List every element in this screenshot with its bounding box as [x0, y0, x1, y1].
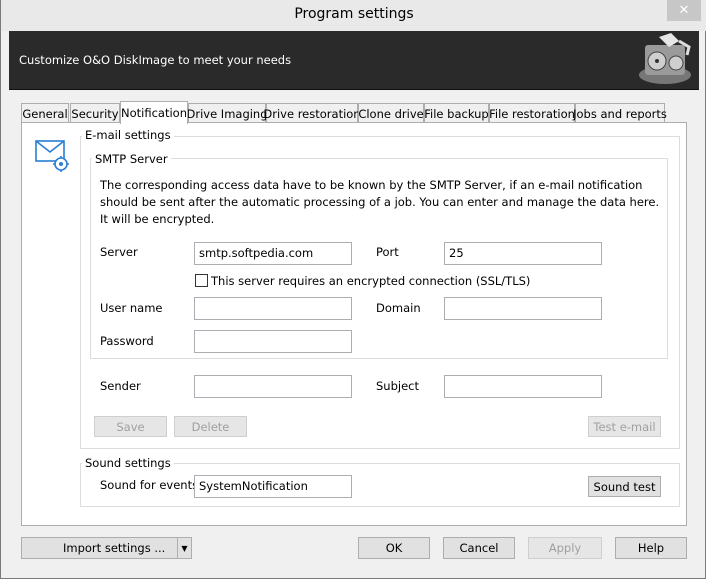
tab-file-backup[interactable]: File backup	[424, 103, 489, 123]
title-bar: Program settings ✕	[1, 0, 706, 31]
sender-input[interactable]	[194, 375, 352, 398]
tab-drive-restoration[interactable]: Drive restoration	[263, 103, 361, 123]
domain-input[interactable]	[444, 297, 602, 320]
save-button[interactable]: Save	[94, 416, 167, 437]
chevron-down-icon[interactable]: ▼	[177, 538, 191, 558]
ssl-checkbox[interactable]	[195, 274, 208, 287]
tab-file-restoration[interactable]: File restoration	[489, 103, 575, 123]
sound-events-input[interactable]: SystemNotification	[194, 475, 352, 498]
tab-notification[interactable]: Notification	[120, 101, 188, 124]
header-banner: Customize O&O DiskImage to meet your nee…	[9, 31, 699, 90]
ssl-label: This server requires an encrypted connec…	[211, 274, 531, 288]
tab-security[interactable]: Security	[70, 103, 120, 123]
email-settings-icon	[35, 140, 69, 172]
subject-label: Subject	[376, 379, 419, 393]
cancel-button[interactable]: Cancel	[443, 537, 515, 559]
program-settings-window: Program settings ✕ Customize O&O DiskIma…	[0, 0, 706, 579]
username-input[interactable]	[194, 297, 352, 320]
username-label: User name	[100, 301, 163, 315]
window-title: Program settings	[294, 6, 414, 22]
delete-button[interactable]: Delete	[174, 416, 247, 437]
import-settings-label: Import settings ...	[63, 541, 166, 555]
server-input[interactable]: smtp.softpedia.com	[194, 242, 352, 265]
close-button[interactable]: ✕	[667, 0, 701, 21]
banner-text: Customize O&O DiskImage to meet your nee…	[19, 53, 292, 67]
sound-test-button[interactable]: Sound test	[588, 476, 661, 497]
sound-settings-label: Sound settings	[82, 456, 174, 470]
apply-button[interactable]: Apply	[528, 537, 602, 559]
tab-general[interactable]: General	[21, 103, 69, 123]
import-settings-button[interactable]: Import settings ... ▼	[21, 537, 192, 559]
sender-label: Sender	[100, 379, 141, 393]
tab-clone-drive[interactable]: Clone drive	[358, 103, 424, 123]
smtp-description: The corresponding access data have to be…	[100, 178, 660, 226]
server-label: Server	[100, 245, 138, 259]
ok-button[interactable]: OK	[358, 537, 430, 559]
sound-events-label: Sound for events	[100, 478, 199, 492]
port-input[interactable]: 25	[444, 242, 602, 265]
email-settings-label: E-mail settings	[82, 128, 174, 142]
diskimage-logo-icon	[639, 33, 691, 84]
close-icon: ✕	[678, 3, 690, 18]
tab-drive-imaging[interactable]: Drive Imaging	[186, 103, 268, 123]
smtp-server-label: SMTP Server	[92, 152, 171, 166]
domain-label: Domain	[376, 301, 421, 315]
notification-panel: E-mail settings SMTP Server The correspo…	[21, 122, 687, 526]
test-email-button[interactable]: Test e-mail	[588, 416, 661, 437]
help-button[interactable]: Help	[615, 537, 687, 559]
password-input[interactable]	[194, 330, 352, 353]
password-label: Password	[100, 334, 154, 348]
subject-input[interactable]	[444, 375, 602, 398]
tab-jobs-and-reports[interactable]: Jobs and reports	[573, 103, 667, 123]
port-label: Port	[376, 245, 399, 259]
